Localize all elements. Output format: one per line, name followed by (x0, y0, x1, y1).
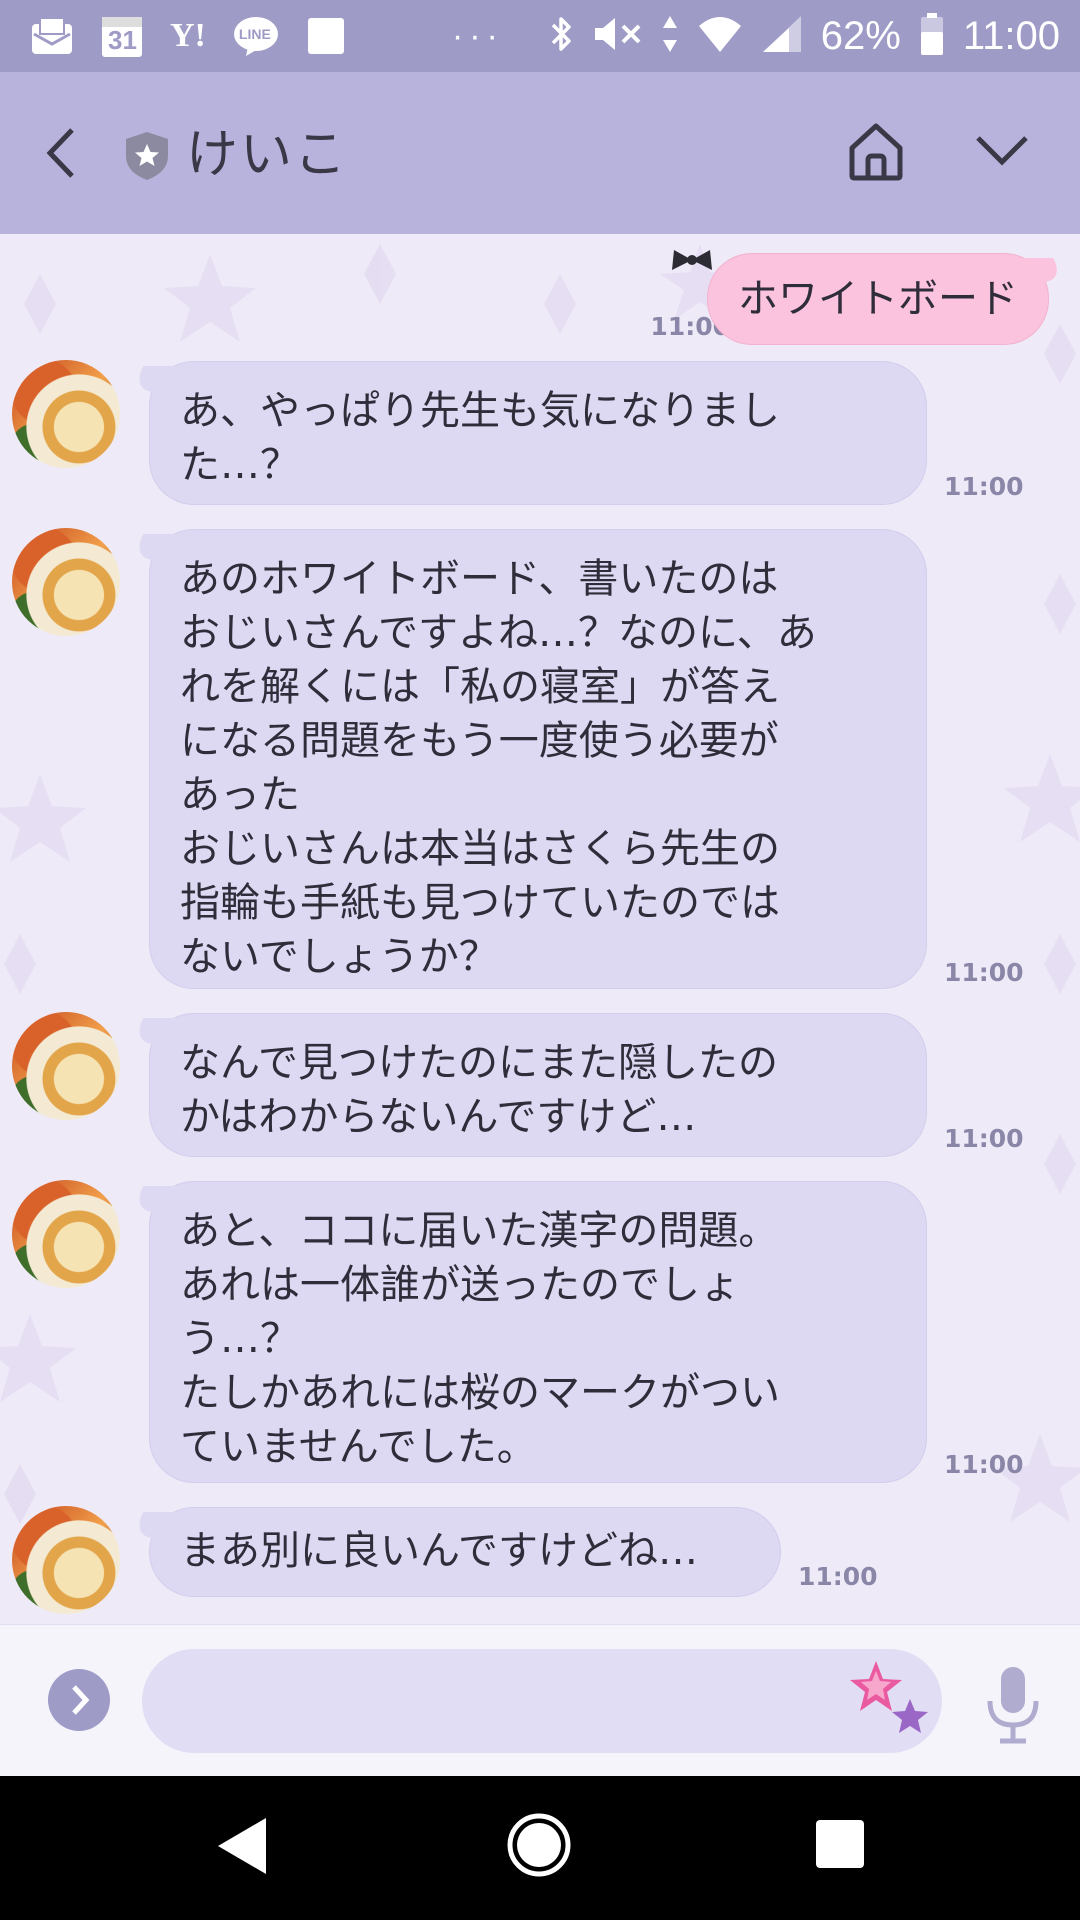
nav-recent-icon[interactable] (816, 1820, 864, 1868)
message-time: 11:00 (944, 472, 1024, 501)
input-bar (0, 1624, 1080, 1777)
data-icon (661, 14, 679, 59)
shield-star-icon (122, 130, 172, 182)
message-time: 11:00 (944, 958, 1024, 987)
back-button[interactable] (36, 120, 92, 186)
menu-toggle-button[interactable] (972, 130, 1032, 170)
message-time: 11:00 (944, 1450, 1024, 1479)
message-time: 11:00 (944, 1124, 1024, 1153)
sticker-button[interactable] (848, 1659, 930, 1737)
message-bubble-incoming[interactable]: あのホワイトボード、書いたのは おじいさんですよね…？なのに、あ れを解くには「… (150, 530, 926, 988)
chevron-down-icon (976, 136, 1028, 166)
avatar[interactable] (12, 1180, 120, 1288)
yahoo-label: Y! (170, 17, 206, 54)
mute-icon (593, 14, 643, 59)
mic-icon (987, 1667, 1039, 1744)
nav-back-button[interactable] (214, 1814, 270, 1878)
line-label: LINE (238, 26, 271, 42)
voice-input-button[interactable] (982, 1663, 1044, 1747)
avatar[interactable] (12, 1506, 120, 1614)
message-row-outgoing: 11:00 ホワイトボード (0, 246, 1080, 346)
chevron-right-icon (72, 1685, 90, 1715)
line-icon: LINE (232, 15, 280, 57)
message-bubble-incoming[interactable]: あと、ココに届いた漢字の問題。 あれは一体誰が送ったのでしょ う…？ たしかあれ… (150, 1182, 926, 1482)
bluetooth-icon (549, 13, 575, 60)
message-bubble-incoming[interactable]: なんで見つけたのにまた隠したの かはわからないんですけど… (150, 1014, 926, 1156)
message-time: 11:00 (798, 1562, 878, 1591)
message-input[interactable] (142, 1649, 942, 1753)
nav-back-icon (218, 1818, 266, 1874)
chat-header: けいこ (0, 72, 1080, 234)
status-time: 11:00 (962, 13, 1060, 58)
signal-icon (761, 14, 803, 59)
battery-icon (919, 12, 945, 61)
nav-home-icon (507, 1813, 571, 1877)
calendar-day: 31 (108, 25, 137, 55)
home-button[interactable] (846, 120, 906, 184)
mail-icon (30, 16, 74, 56)
system-nav-bar (0, 1776, 1080, 1920)
back-icon (46, 128, 74, 178)
message-bubble-outgoing[interactable]: ホワイトボード (708, 254, 1048, 344)
avatar[interactable] (12, 528, 120, 636)
avatar[interactable] (12, 1012, 120, 1120)
square-icon (306, 16, 346, 56)
wifi-icon (697, 14, 743, 59)
message-bubble-incoming[interactable]: あ、やっぱり先生も気になりまし た…？ (150, 362, 926, 504)
status-bar: 31 Y! LINE ··· 62% 11:00 (0, 0, 1080, 72)
avatar[interactable] (12, 360, 120, 468)
calendar-icon: 31 (100, 13, 144, 59)
more-notifications: ··· (451, 16, 504, 55)
home-icon (849, 123, 903, 181)
nav-home-button[interactable] (506, 1812, 572, 1878)
yahoo-icon: Y! (170, 17, 206, 55)
expand-menu-button[interactable] (48, 1669, 110, 1731)
chat-title: けいこ (186, 125, 349, 185)
sticker-star-icon (850, 1661, 928, 1733)
battery-percent: 62% (820, 13, 901, 58)
message-list[interactable]: 11:00 ホワイトボード あ、やっぱり先生も気になりまし た…？ 11:00 … (0, 234, 1080, 1624)
ribbon-icon (672, 250, 712, 270)
message-bubble-incoming[interactable]: まあ別に良いんですけどね… (150, 1508, 780, 1596)
